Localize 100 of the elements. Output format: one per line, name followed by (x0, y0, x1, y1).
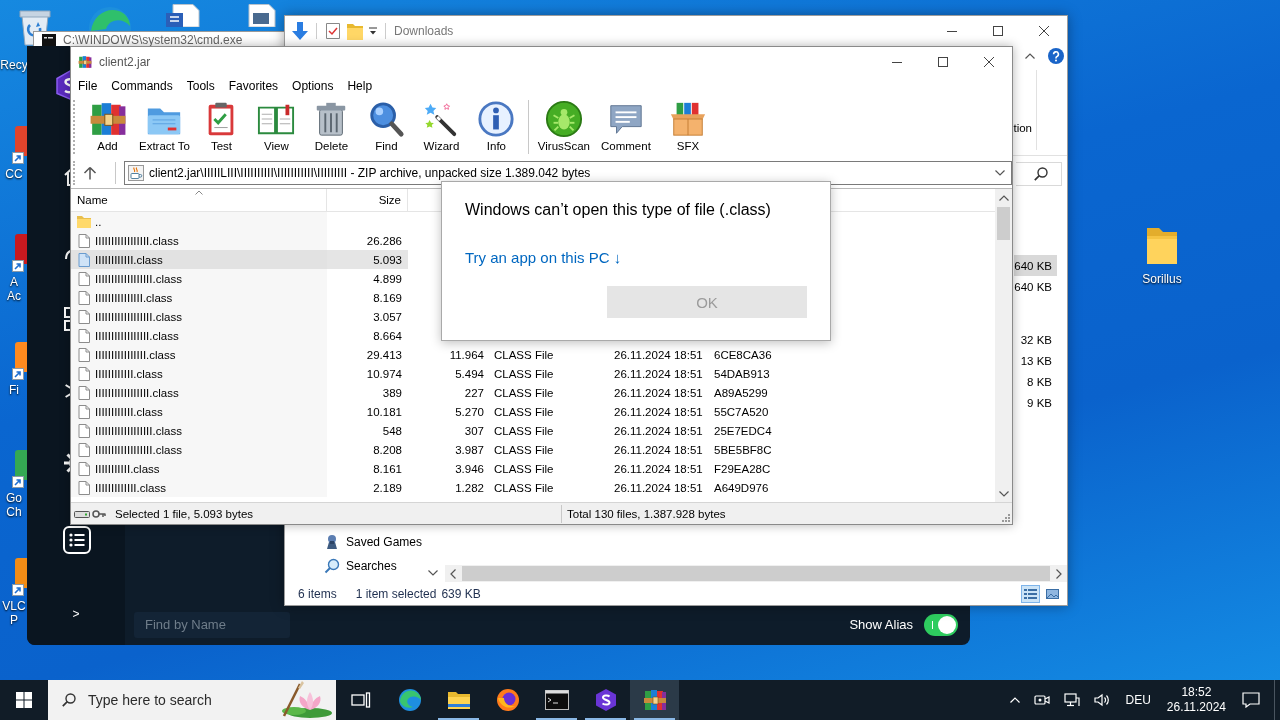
menu-item[interactable]: Tools (179, 79, 222, 93)
file-row[interactable]: 640 KB (1014, 276, 1057, 297)
file-row[interactable]: IIIIIIIIIIIIIIIIII.class 548 307 CLASS File 26.11.2024 18:51 25E7EDC4 (71, 421, 808, 440)
volume-icon[interactable] (1094, 693, 1111, 707)
down-arrow-icon[interactable] (292, 22, 308, 40)
document-icon[interactable] (165, 4, 201, 27)
file-row[interactable]: 8 KB (1014, 371, 1057, 392)
toolbar-button[interactable]: VirusScan (532, 100, 595, 153)
file-name: IIIIIIIIIIIIIIII.class (95, 348, 176, 361)
file-row[interactable]: 13 KB (1014, 350, 1057, 371)
chevron-left-icon[interactable] (450, 568, 456, 579)
dropdown-caret-icon[interactable] (369, 27, 377, 35)
file-icon (76, 232, 92, 249)
toolbar-button[interactable]: Comment (594, 100, 657, 153)
file-row[interactable]: 640 KB (1014, 255, 1057, 276)
magnifier-icon (367, 100, 406, 138)
toggle-switch[interactable] (924, 613, 958, 636)
file-icon (76, 308, 92, 325)
chevron-right-icon[interactable] (1056, 568, 1062, 579)
help-icon[interactable] (1048, 48, 1064, 64)
checksum: 25E7EDC4 (714, 424, 772, 437)
toolbar-button[interactable]: Delete (303, 100, 359, 153)
ribbon-label[interactable]: tion (1013, 122, 1032, 134)
archive-books-icon (78, 54, 92, 69)
nav-item[interactable]: Saved Games (322, 530, 425, 554)
scrollbar-thumb[interactable] (997, 207, 1010, 240)
search-icon (1034, 167, 1048, 181)
chevron-up-icon[interactable] (1025, 53, 1035, 59)
menu-item[interactable]: Options (285, 79, 341, 93)
file-name: IIIIIIIIIIIIIIIIII.class (95, 443, 182, 456)
swirl-icon (397, 688, 422, 712)
expand-button[interactable]: > (72, 607, 80, 621)
hexagon-logo-icon[interactable] (55, 70, 70, 100)
desktop-icon-label[interactable]: Recy (0, 58, 28, 72)
file-icon (76, 403, 92, 420)
up-arrow-icon[interactable] (83, 165, 97, 180)
nav-item[interactable]: Searches (322, 554, 399, 578)
file-row[interactable]: IIIIIIIIIII.class 8.161 3.946 CLASS File 26.11.2024 18:51 F29EA28C (71, 459, 808, 478)
checklist-icon[interactable] (325, 22, 341, 40)
horizontal-scrollbar[interactable] (445, 565, 1067, 582)
desktop-icon-label[interactable]: Fi (9, 383, 19, 397)
column-header[interactable]: Size (327, 189, 408, 211)
toolbar-button[interactable]: Find (358, 100, 414, 153)
toolbar-button[interactable]: Extract To (135, 100, 194, 153)
search-bar[interactable]: Type here to search (48, 680, 336, 720)
toolbar-button[interactable]: Info (468, 100, 524, 153)
file-row[interactable]: IIIIIIIIIIIIIIIIII.class 8.208 3.987 CLASS File 26.11.2024 18:51 5BE5BF8C (71, 440, 808, 459)
chevron-down-icon[interactable] (428, 570, 438, 576)
toolbar-button[interactable]: Add (80, 100, 135, 153)
notification-icon[interactable] (1242, 692, 1260, 708)
file-row[interactable]: IIIIIIIIIIII.class 10.181 5.270 CLASS File 26.11.2024 18:51 55C7A520 (71, 402, 808, 421)
vertical-scrollbar[interactable] (995, 189, 1012, 502)
list-icon[interactable] (62, 525, 92, 555)
column-header[interactable]: Name (71, 189, 327, 211)
desktop-icon-label[interactable]: Sorillus (1142, 272, 1182, 286)
search-icon (324, 558, 340, 574)
file-row[interactable]: IIIIIIIIIIII.class 10.974 5.494 CLASS File 26.11.2024 18:51 54DAB913 (71, 364, 808, 383)
menu-item[interactable]: File (71, 79, 105, 93)
search-field[interactable]: Type here to search (88, 690, 238, 710)
view-button[interactable] (1021, 585, 1040, 603)
camera-icon[interactable] (1034, 693, 1051, 707)
file-row[interactable]: IIIIIIIIIIII.class 5.093 (71, 250, 408, 269)
search-field[interactable]: Find by Name (134, 611, 290, 638)
toolbar-button[interactable]: View (248, 100, 304, 153)
menu-item[interactable]: Help (340, 79, 380, 93)
modified-date: 26.11.2024 18:51 (614, 443, 703, 456)
file-row[interactable]: IIIIIIIIIIIIIIIII.class 389 227 CLASS File 26.11.2024 18:51 A89A5299 (71, 383, 808, 402)
status-text: Total 130 files, 1.387.928 bytes (567, 507, 726, 520)
chevron-down-icon[interactable] (998, 491, 1009, 497)
grid-icon[interactable] (61, 304, 70, 334)
app-link[interactable]: Try an app on this PC ↓ (465, 248, 622, 268)
file-row[interactable]: 32 KB (1014, 329, 1057, 350)
menu-item[interactable]: Commands (104, 79, 180, 93)
toolbar-button[interactable]: Test (193, 100, 249, 153)
packed-size: 3.946 (455, 462, 484, 475)
info-icon (477, 100, 516, 138)
search-field[interactable] (1016, 162, 1062, 186)
chevron-up-icon[interactable] (998, 195, 1009, 201)
scrollbar-thumb[interactable] (462, 566, 1050, 581)
toolbar-button[interactable]: SFX (656, 100, 719, 153)
close-icon (984, 56, 994, 67)
desktop-icon-label[interactable]: CC (5, 167, 23, 181)
desktop-icon-label[interactable]: A Ac (7, 275, 21, 303)
file-row[interactable]: IIIIIIIIIIIIIIII.class 29.413 11.964 CLASS File 26.11.2024 18:51 6CE8CA36 (71, 345, 808, 364)
document-icon[interactable] (245, 4, 277, 27)
clock-date[interactable]: 26.11.2024 (1166, 700, 1226, 715)
file-row[interactable]: IIIIIIIIIIIII.class 2.189 1.282 CLASS File 26.11.2024 18:51 A649D976 (71, 478, 808, 497)
language-indicator[interactable]: DEU (1117, 693, 1159, 707)
file-icon (76, 422, 92, 439)
file-row[interactable]: 9 KB (1014, 392, 1057, 413)
toolbar-button[interactable]: Wizard (413, 100, 469, 153)
picture-view-icon (1045, 587, 1060, 601)
toggle-label: Show Alias (849, 617, 913, 632)
clock-time[interactable]: 18:52 (1181, 685, 1212, 700)
desktop-icon-label[interactable]: Go Ch (6, 491, 22, 519)
network-icon[interactable] (1064, 693, 1081, 707)
file-name: IIIIIIIIIIIIIIIIII.class (95, 310, 182, 323)
menu-item[interactable]: Favorites (221, 79, 286, 93)
desktop-icon-label[interactable]: VLC P (2, 599, 26, 627)
file-icon (76, 270, 92, 287)
